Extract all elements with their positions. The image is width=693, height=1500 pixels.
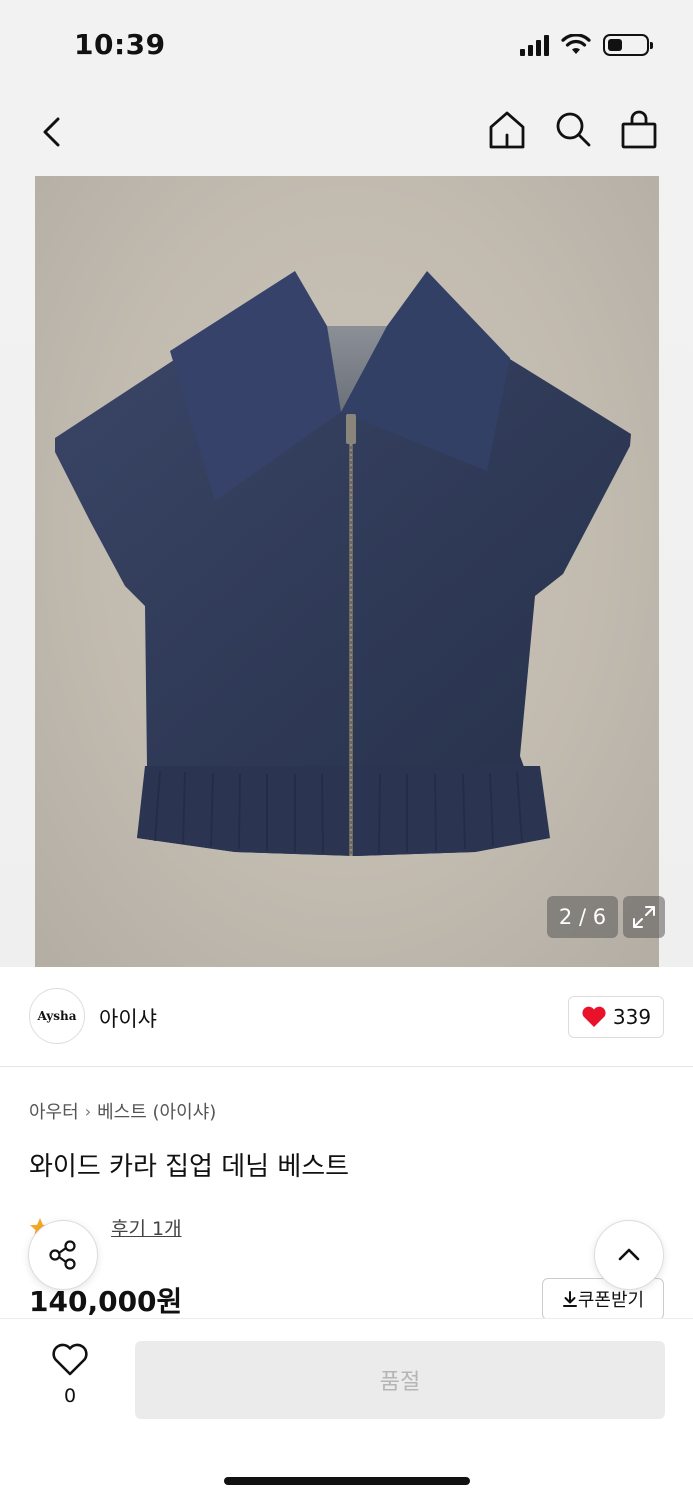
brand-like-button[interactable]: 339: [568, 996, 664, 1038]
top-nav-bar: [0, 90, 693, 176]
search-icon: [556, 112, 591, 147]
bottom-action-bar: 0 품절: [0, 1318, 693, 1500]
product-title: 와이드 카라 집업 데님 베스트: [29, 1152, 350, 1182]
home-button[interactable]: [487, 108, 527, 152]
home-indicator: [224, 1477, 470, 1485]
wishlist-button[interactable]: 0: [40, 1343, 100, 1407]
image-counter: 2 / 6: [547, 896, 618, 938]
download-icon: [562, 1291, 577, 1307]
heart-filled-icon: [582, 1006, 606, 1027]
status-icons: [520, 34, 653, 56]
cart-button[interactable]: [619, 108, 659, 152]
search-button[interactable]: [553, 108, 593, 152]
denim-vest-image: [55, 271, 631, 856]
home-icon: [489, 111, 525, 149]
product-gallery[interactable]: 2 / 6: [0, 176, 693, 967]
signal-icon: [520, 34, 549, 56]
expand-button[interactable]: [623, 896, 665, 938]
status-time: 10:39: [74, 28, 166, 61]
share-icon: [49, 1240, 76, 1270]
nav-actions: [487, 108, 659, 152]
chevron-right-icon: ›: [84, 1101, 92, 1121]
breadcrumb: 아우터 › 베스트 (아이샤): [29, 1098, 216, 1124]
review-link[interactable]: 후기 1개: [111, 1214, 182, 1241]
brand-row: Aysha 아이샤 339: [0, 967, 693, 1067]
brand-logo[interactable]: Aysha: [29, 988, 85, 1044]
wishlist-count: 0: [63, 1385, 77, 1407]
status-bar: 10:39: [0, 0, 693, 90]
heart-outline-icon: [52, 1343, 88, 1376]
coupon-label: 쿠폰받기: [577, 1290, 645, 1311]
share-button[interactable]: [28, 1220, 98, 1290]
chevron-up-icon: [618, 1248, 640, 1261]
expand-icon: [633, 906, 655, 928]
product-photo[interactable]: [35, 176, 659, 967]
scroll-top-button[interactable]: [594, 1220, 664, 1290]
battery-icon: [603, 34, 653, 56]
breadcrumb-item-subcategory[interactable]: 베스트 (아이샤): [97, 1098, 216, 1124]
wifi-icon: [561, 34, 591, 54]
back-button[interactable]: [34, 110, 74, 154]
shopping-bag-icon: [621, 110, 657, 149]
brand-like-count: 339: [612, 1005, 652, 1029]
soldout-button[interactable]: 품절: [135, 1341, 665, 1419]
breadcrumb-item-category[interactable]: 아우터: [29, 1098, 79, 1124]
back-icon: [43, 117, 60, 147]
brand-name[interactable]: 아이샤: [99, 1003, 157, 1033]
